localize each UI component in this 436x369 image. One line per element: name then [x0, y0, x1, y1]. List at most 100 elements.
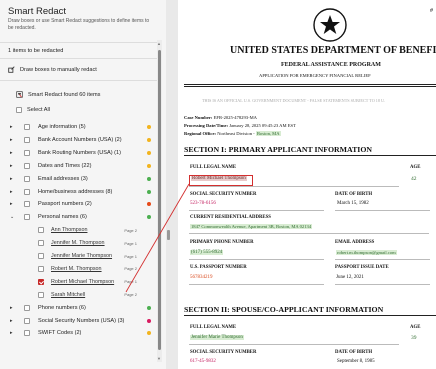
select-all-checkbox[interactable] — [16, 107, 22, 113]
scrollbar-thumb[interactable] — [158, 50, 161, 350]
category-checkbox[interactable] — [24, 149, 30, 156]
spouse-ssn-label: SOCIAL SECURITY NUMBER — [190, 350, 257, 355]
divider — [0, 58, 157, 59]
chevron-right-icon[interactable]: ▸ — [10, 330, 20, 336]
name-link[interactable]: Robert M. Thompson — [51, 266, 102, 272]
category-checkbox[interactable] — [24, 124, 30, 130]
chevron-right-icon[interactable]: ▸ — [10, 189, 20, 195]
name-checkbox[interactable] — [38, 227, 44, 234]
draw-boxes-label: Draw boxes to manually redact — [20, 66, 97, 73]
field-line — [335, 259, 430, 260]
select-all[interactable]: Select All — [16, 107, 50, 113]
name-link[interactable]: Jennifer Marie Thompson — [51, 253, 112, 259]
category-row[interactable]: ▸ Email addresses (3) — [10, 174, 155, 184]
category-row[interactable]: ▸ SWIFT Codes (2) — [10, 328, 155, 338]
chevron-right-icon[interactable]: ▸ — [10, 137, 20, 143]
case-number: Case Number: EFR-2025-478293-MA — [184, 115, 257, 120]
category-row[interactable]: ▸ Social Security Numbers (USA) (3) — [10, 316, 155, 326]
category-checkbox[interactable] — [24, 175, 30, 182]
category-row[interactable]: ⌄ Personal names (6) — [10, 212, 155, 222]
section-2-title: SECTION II: SPOUSE/CO-APPLICANT INFORMAT… — [184, 305, 384, 314]
category-color-dot — [147, 305, 151, 310]
category-color-dot — [147, 137, 151, 142]
scroll-down-icon[interactable]: ▼ — [157, 356, 161, 361]
applicant-email: robert.m.thompson@gmail.com — [336, 250, 397, 255]
category-checkbox[interactable] — [24, 304, 30, 311]
draw-boxes-button[interactable]: Draw boxes to manually redact — [8, 66, 97, 73]
category-label: Passport numbers (2) — [38, 201, 92, 208]
category-row[interactable]: ▸ Phone numbers (6) — [10, 303, 155, 313]
chevron-right-icon[interactable]: ▸ — [10, 163, 20, 169]
name-checkbox[interactable] — [38, 253, 44, 259]
category-row[interactable]: ▸ Bank Account Numbers (USA) (2) — [10, 135, 155, 145]
name-checkbox[interactable] — [38, 278, 44, 285]
panel-title: Smart Redact — [8, 6, 67, 17]
chevron-right-icon[interactable]: ▸ — [10, 305, 20, 311]
spouse-age-label: AGE — [410, 325, 421, 330]
category-checkbox[interactable] — [24, 162, 30, 169]
applicant-address: 1847 Commonwealth Avenue, Apartment 3B, … — [190, 224, 313, 229]
name-item[interactable]: Sarah Mitchell Page 2 — [38, 290, 153, 300]
program-title: FEDERAL ASSISTANCE PROGRAM — [281, 62, 381, 68]
name-checkbox[interactable] — [38, 240, 44, 247]
name-item[interactable]: Jennifer M. Thompson Page 1 — [38, 238, 153, 248]
spouse-name: Jennifer Marie Thompson — [190, 335, 244, 340]
name-link[interactable]: Jennifer M. Thompson — [51, 240, 105, 246]
name-item[interactable]: Jennifer Marie Thompson Page 1 — [38, 251, 153, 261]
category-label: Bank Account Numbers (USA) (2) — [38, 136, 122, 143]
divider — [0, 42, 157, 43]
chevron-right-icon[interactable]: ▸ — [10, 201, 20, 207]
field-line — [189, 233, 429, 234]
field-line — [335, 210, 430, 211]
smart-redact-panel: Smart Redact Draw boxes or use Smart Red… — [0, 0, 167, 369]
category-row[interactable]: ▸ Passport numbers (2) — [10, 199, 155, 209]
redaction-box[interactable] — [189, 175, 253, 186]
category-label: Bank Routing Numbers (USA) (1) — [38, 149, 122, 156]
field-line — [189, 284, 324, 285]
category-row[interactable]: ▸ Age information (5) — [10, 122, 155, 132]
category-row[interactable]: ▸ Dates and Times (22) — [10, 161, 155, 171]
name-checkbox[interactable] — [38, 291, 44, 298]
scroll-up-icon[interactable]: ▲ — [157, 41, 161, 46]
chevron-right-icon[interactable]: ▸ — [10, 150, 20, 156]
section-1-title: SECTION I: PRIMARY APPLICANT INFORMATION — [184, 145, 373, 154]
category-checkbox[interactable] — [24, 188, 30, 195]
category-label: Social Security Numbers (USA) (3) — [38, 317, 125, 324]
category-checkbox[interactable] — [24, 201, 30, 208]
smart-redact-found: Smart Redact found 60 items — [16, 91, 100, 98]
name-item[interactable]: Ann Thompson Page 2 — [38, 225, 153, 235]
chevron-down-icon[interactable]: ⌄ — [10, 214, 20, 220]
page-mark: # — [430, 8, 433, 14]
smart-redact-icon — [16, 91, 23, 98]
chevron-right-icon[interactable]: ▸ — [10, 124, 20, 130]
category-color-dot — [147, 176, 151, 181]
name-checkbox[interactable] — [38, 265, 44, 272]
rule — [184, 315, 436, 316]
category-checkbox[interactable] — [24, 330, 30, 337]
applicant-passport: 567834219 — [190, 275, 213, 280]
category-checkbox[interactable] — [24, 317, 30, 324]
name-link[interactable]: Sarah Mitchell — [51, 292, 85, 298]
applicant-age: 42 — [411, 176, 417, 182]
category-label: Personal names (6) — [38, 214, 87, 221]
spouse-age: 39 — [411, 335, 417, 341]
chevron-right-icon[interactable]: ▸ — [10, 176, 20, 182]
collapse-handle[interactable] — [167, 230, 170, 240]
name-link[interactable]: Robert Michael Thompson — [51, 279, 114, 285]
address-label: CURRENT RESIDENTIAL ADDRESS — [190, 215, 271, 220]
category-row[interactable]: ▸ Bank Routing Numbers (USA) (1) — [10, 148, 155, 158]
chevron-right-icon[interactable]: ▸ — [10, 318, 20, 324]
category-checkbox[interactable] — [24, 214, 30, 221]
divider — [0, 80, 157, 81]
spouse-name-label: FULL LEGAL NAME — [190, 325, 237, 330]
category-color-dot — [147, 331, 151, 336]
name-item[interactable]: Robert M. Thompson Page 2 — [38, 264, 153, 274]
full-name-label: FULL LEGAL NAME — [190, 165, 237, 170]
page-ref: Page 2 — [124, 227, 137, 233]
category-color-dot — [147, 318, 151, 323]
category-checkbox[interactable] — [24, 136, 30, 143]
name-item[interactable]: Robert Michael Thompson Page 1 — [38, 277, 153, 287]
name-link[interactable]: Ann Thompson — [51, 227, 87, 233]
ssn-label: SOCIAL SECURITY NUMBER — [190, 192, 257, 197]
category-row[interactable]: ▸ Home/business addresses (8) — [10, 187, 155, 197]
